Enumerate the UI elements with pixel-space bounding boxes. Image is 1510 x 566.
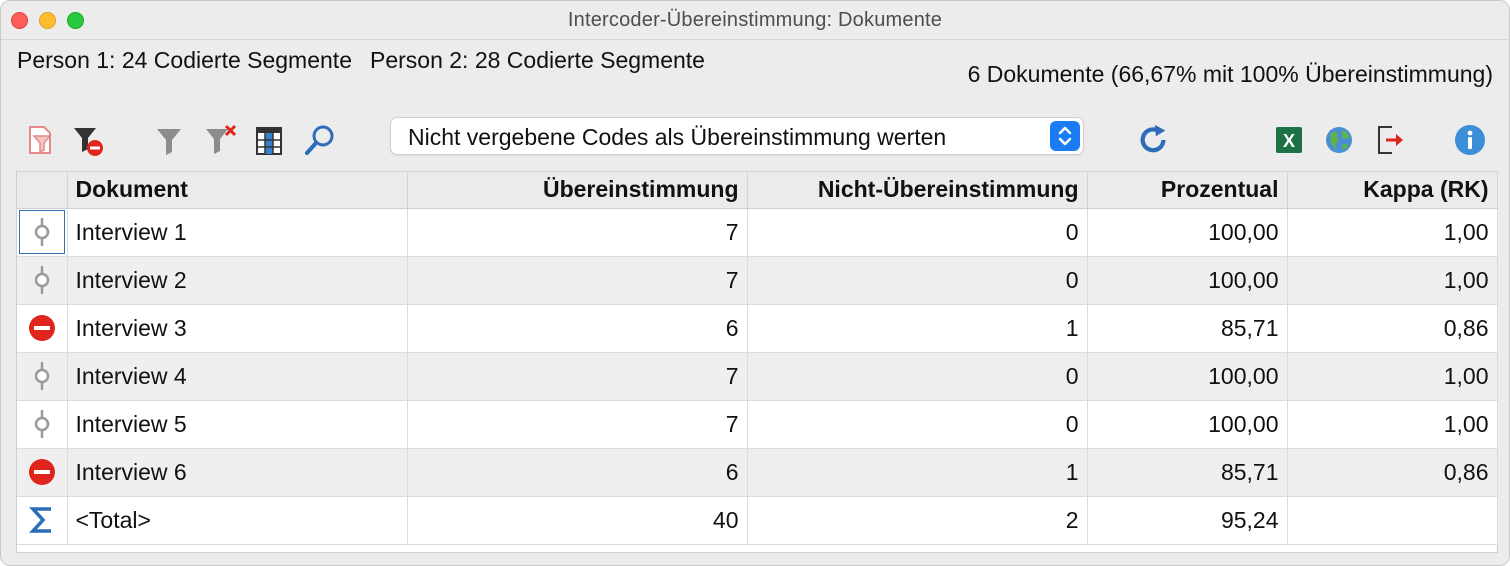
table-row[interactable]: Interview 6 6 1 85,71 0,86 — [17, 448, 1498, 497]
web-export-icon[interactable] — [1322, 123, 1356, 157]
cell-document: Interview 5 — [67, 400, 408, 449]
cell-percent: 100,00 — [1087, 208, 1288, 257]
column-header-status[interactable] — [17, 172, 68, 209]
cell-percent: 85,71 — [1087, 304, 1288, 353]
columns-icon[interactable] — [252, 123, 286, 157]
cell-percent: 100,00 — [1087, 256, 1288, 305]
excel-export-icon[interactable]: X — [1272, 123, 1306, 157]
cell-kappa: 1,00 — [1287, 400, 1498, 449]
cell-agreement: 7 — [407, 352, 748, 401]
table-row[interactable]: Interview 3 6 1 85,71 0,86 — [17, 304, 1498, 353]
cell-document: Interview 2 — [67, 256, 408, 305]
cell-kappa: 0,86 — [1287, 304, 1498, 353]
cell-disagreement: 1 — [747, 304, 1088, 353]
cell-disagreement: 1 — [747, 448, 1088, 497]
agreement-mode-value: Nicht vergebene Codes als Übereinstimmun… — [408, 124, 947, 150]
cell-document: Interview 4 — [67, 352, 408, 401]
column-header-prozentual[interactable]: Prozentual — [1087, 172, 1288, 209]
filter-remove-icon[interactable] — [71, 123, 105, 157]
cell-total-agreement: 40 — [407, 496, 748, 545]
cell-kappa: 1,00 — [1287, 352, 1498, 401]
cell-agreement: 7 — [407, 256, 748, 305]
cell-total-percent: 95,24 — [1087, 496, 1288, 545]
column-header-uebereinstimmung[interactable]: Übereinstimmung — [407, 172, 748, 209]
filter-icon[interactable] — [152, 123, 186, 157]
filter-doc-icon[interactable] — [24, 123, 58, 157]
coder-info: Person 1: 24 Codierte Segmente Person 2: … — [17, 45, 737, 75]
match-status-icon[interactable] — [17, 257, 67, 303]
filter-clear-icon[interactable] — [204, 123, 238, 157]
column-header-kappa[interactable]: Kappa (RK) — [1287, 172, 1498, 209]
cell-disagreement: 0 — [747, 352, 1088, 401]
table-row[interactable]: Interview 5 7 0 100,00 1,00 — [17, 400, 1498, 449]
cell-percent: 85,71 — [1087, 448, 1288, 497]
table-row[interactable]: Interview 1 7 0 100,00 1,00 — [17, 208, 1498, 257]
mismatch-status-icon[interactable] — [17, 449, 67, 495]
window-title: Intercoder-Übereinstimmung: Dokumente — [567, 9, 943, 31]
cell-percent: 100,00 — [1087, 400, 1288, 449]
title-bar: Intercoder-Übereinstimmung: Dokumente — [1, 1, 1509, 40]
cell-agreement: 7 — [407, 400, 748, 449]
cell-agreement: 7 — [407, 208, 748, 257]
cell-disagreement: 0 — [747, 400, 1088, 449]
table-header-row: Dokument Übereinstimmung Nicht-Übereinst… — [17, 172, 1498, 209]
cell-disagreement: 0 — [747, 208, 1088, 257]
results-table: Dokument Übereinstimmung Nicht-Übereinst… — [16, 171, 1498, 553]
column-header-nicht-uebereinstimmung[interactable]: Nicht-Übereinstimmung — [747, 172, 1088, 209]
column-header-dokument[interactable]: Dokument — [67, 172, 408, 209]
search-icon[interactable] — [303, 123, 337, 157]
cell-document: Interview 3 — [67, 304, 408, 353]
mismatch-status-icon[interactable] — [17, 305, 67, 351]
match-status-icon[interactable] — [17, 353, 67, 399]
window: Intercoder-Übereinstimmung: Dokumente Pe… — [0, 0, 1510, 566]
agreement-mode-select[interactable]: Nicht vergebene Codes als Übereinstimmun… — [390, 117, 1084, 155]
cell-kappa: 0,86 — [1287, 448, 1498, 497]
cell-document: Interview 6 — [67, 448, 408, 497]
match-status-icon[interactable] — [17, 401, 67, 447]
table-row[interactable]: Interview 4 7 0 100,00 1,00 — [17, 352, 1498, 401]
person1-info: Person 1: 24 Codierte Segmente — [17, 47, 352, 73]
svg-text:X: X — [1283, 131, 1295, 151]
sigma-icon — [17, 497, 67, 543]
cell-total-label: <Total> — [67, 496, 408, 545]
cell-agreement: 6 — [407, 448, 748, 497]
table-row[interactable]: Interview 2 7 0 100,00 1,00 — [17, 256, 1498, 305]
export-icon[interactable] — [1374, 123, 1408, 157]
summary-info: 6 Dokumente (66,67% mit 100% Übereinstim… — [967, 61, 1493, 87]
cell-total-kappa — [1287, 496, 1498, 545]
cell-agreement: 6 — [407, 304, 748, 353]
chevron-updown-icon[interactable] — [1050, 121, 1080, 151]
info-icon[interactable] — [1453, 123, 1487, 157]
match-status-icon[interactable] — [18, 210, 65, 254]
cell-document: Interview 1 — [67, 208, 408, 257]
cell-percent: 100,00 — [1087, 352, 1288, 401]
cell-disagreement: 0 — [747, 256, 1088, 305]
cell-kappa: 1,00 — [1287, 208, 1498, 257]
person2-info: Person 2: 28 Codierte Segmente — [369, 47, 705, 73]
cell-kappa: 1,00 — [1287, 256, 1498, 305]
cell-total-disagreement: 2 — [747, 496, 1088, 545]
total-row[interactable]: <Total> 40 2 95,24 — [17, 496, 1498, 545]
toolbar: Nicht vergebene Codes als Übereinstimmun… — [1, 109, 1509, 169]
refresh-icon[interactable] — [1137, 123, 1171, 157]
